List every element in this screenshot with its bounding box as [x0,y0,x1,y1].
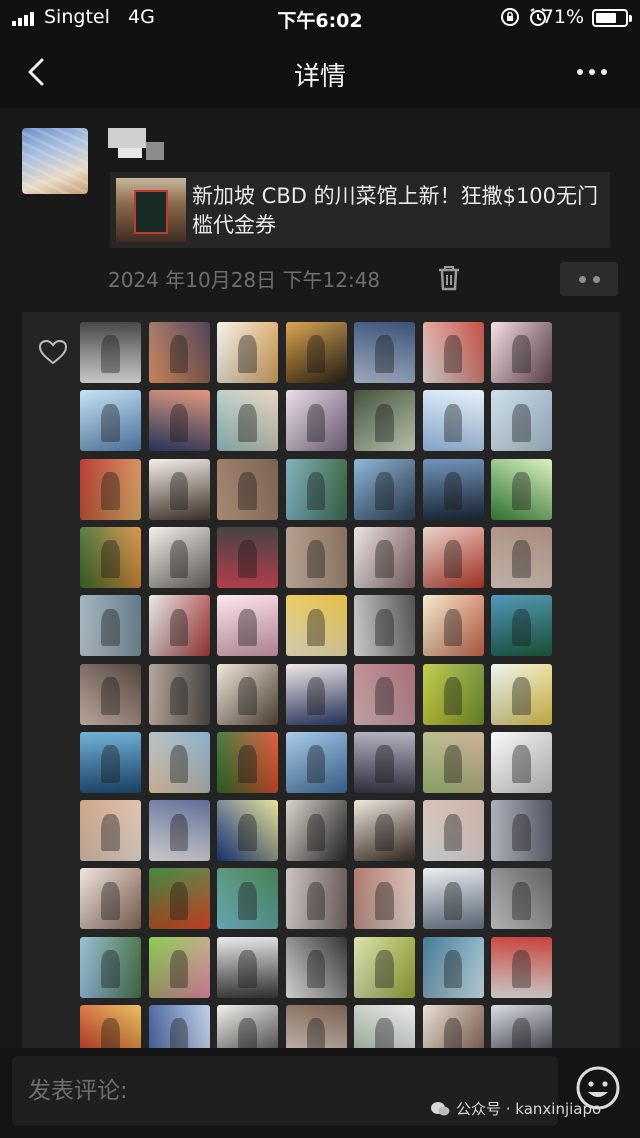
liker-avatar[interactable] [285,663,347,725]
liker-avatar[interactable] [80,322,141,383]
liker-avatar[interactable] [285,800,347,862]
rotation-lock-icon [501,8,519,26]
article-thumbnail [116,178,186,242]
liker-avatar[interactable] [80,458,141,520]
liker-avatar[interactable] [217,595,278,657]
liker-avatar[interactable] [285,390,347,452]
liker-avatar[interactable] [354,663,415,725]
liker-avatar[interactable] [217,663,278,725]
liker-avatar[interactable] [491,526,552,588]
liker-avatar[interactable] [148,390,210,452]
liker-avatar[interactable] [422,936,484,998]
liker-avatar[interactable] [148,526,210,588]
liker-avatar[interactable] [217,731,278,793]
post-timestamp: 2024 年10月28日 下午12:48 [108,268,381,292]
liker-avatar[interactable] [285,322,347,383]
liker-avatar[interactable] [285,936,347,998]
liker-avatar[interactable] [148,595,210,657]
more-dots-icon [578,275,586,283]
liker-avatar[interactable] [422,458,484,520]
liker-avatar[interactable] [217,800,278,862]
liker-avatar[interactable] [422,595,484,657]
liker-avatar[interactable] [80,663,141,725]
liker-avatar[interactable] [354,868,415,930]
liker-avatar[interactable] [285,526,347,588]
liker-avatar[interactable] [422,322,484,383]
liker-avatar[interactable] [80,526,141,588]
liker-avatar[interactable] [491,936,552,998]
liker-avatar[interactable] [80,800,141,862]
liker-avatar[interactable] [422,800,484,862]
battery-icon [592,9,632,27]
liker-avatar[interactable] [285,868,347,930]
liker-avatar[interactable] [217,322,278,383]
liker-avatar[interactable] [148,868,210,930]
liker-avatar[interactable] [285,595,347,657]
liker-avatar[interactable] [80,390,141,452]
nav-bar: 详情 [0,38,640,106]
watermark-text: 公众号 · kanxinjiapo [456,1100,602,1118]
liker-avatar[interactable] [80,868,141,930]
liker-avatar[interactable] [354,390,415,452]
liker-avatar[interactable] [491,390,552,452]
liker-avatar[interactable] [148,731,210,793]
liker-avatar[interactable] [148,663,210,725]
shared-article-card[interactable]: 新加坡 CBD 的川菜馆上新！狂撒$100无门槛代金券 [110,172,610,248]
liker-avatar[interactable] [422,526,484,588]
liker-avatar[interactable] [491,731,552,793]
more-icon [577,69,583,75]
liker-avatar[interactable] [354,936,415,998]
liker-avatar[interactable] [217,936,278,998]
status-bar: Singtel 4G 下午6:02 71% [0,0,640,36]
article-title: 新加坡 CBD 的川菜馆上新！狂撒$100无门槛代金券 [192,184,599,237]
battery-percent: 71% [541,6,584,28]
liker-avatar[interactable] [354,800,415,862]
liker-avatar[interactable] [354,526,415,588]
liker-avatar[interactable] [422,663,484,725]
liker-avatar[interactable] [354,731,415,793]
liker-avatar[interactable] [80,731,141,793]
liker-avatar[interactable] [217,868,278,930]
liker-avatar[interactable] [80,595,141,657]
liker-avatar[interactable] [491,595,552,657]
liker-avatar[interactable] [217,458,278,520]
liker-avatar[interactable] [148,800,210,862]
author-avatar[interactable] [22,128,88,194]
wechat-official-icon [431,1101,450,1115]
liker-avatar[interactable] [491,322,552,383]
liker-avatar[interactable] [148,936,210,998]
liker-avatar[interactable] [80,936,141,998]
watermark: 公众号 · kanxinjiapo [430,1098,601,1119]
author-name-blurred[interactable] [108,128,164,164]
more-button[interactable] [568,58,616,86]
liker-avatar[interactable] [148,322,210,383]
trash-icon[interactable] [436,264,462,292]
liker-avatar[interactable] [491,800,552,862]
liker-avatar[interactable] [491,868,552,930]
liker-avatar[interactable] [491,458,552,520]
liker-avatar[interactable] [217,390,278,452]
liker-avatar[interactable] [354,458,415,520]
liker-avatar[interactable] [285,731,347,793]
liker-avatar[interactable] [354,322,415,383]
heart-outline-icon [38,339,68,365]
liker-avatar[interactable] [148,458,210,520]
liker-avatar[interactable] [217,526,278,588]
liker-avatar[interactable] [422,731,484,793]
liker-avatar[interactable] [285,458,347,520]
liker-avatar[interactable] [422,868,484,930]
liker-avatar[interactable] [422,390,484,452]
comment-like-button[interactable] [560,262,618,296]
liker-avatar[interactable] [354,595,415,657]
liker-avatar[interactable] [491,663,552,725]
page-title: 详情 [293,62,346,92]
